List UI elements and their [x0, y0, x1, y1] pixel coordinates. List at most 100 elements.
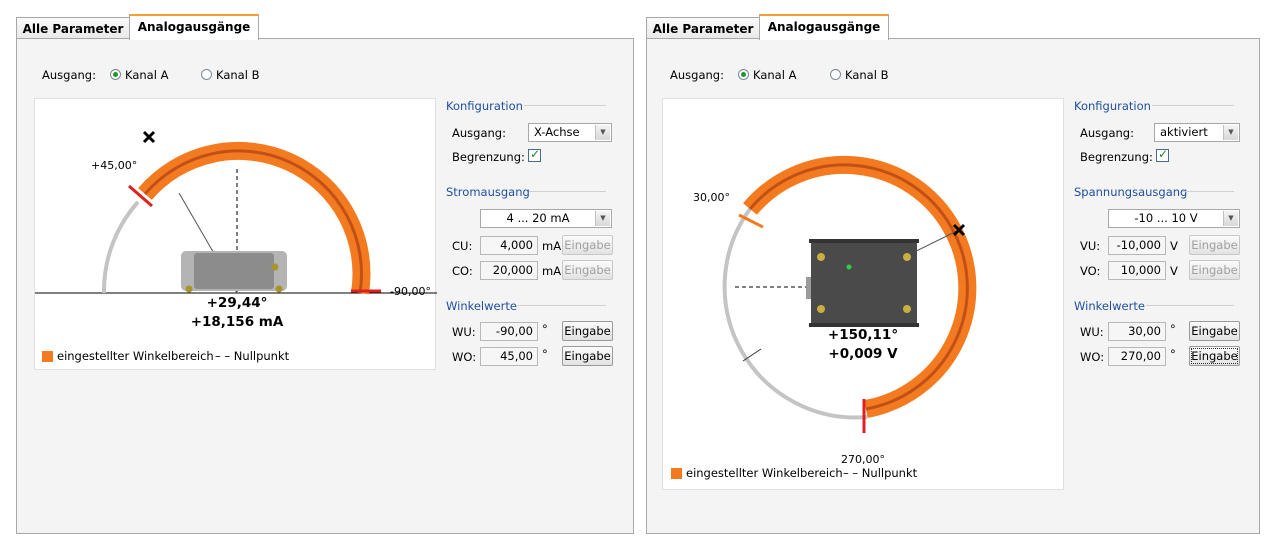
voltage-range-select[interactable]: -10 ... 10 V ▼ [1108, 209, 1240, 228]
section-title-angle-values: Winkelwerte [446, 299, 517, 313]
radio-kanal-a-label[interactable]: Kanal A [125, 68, 168, 82]
lower-angle-label: 270,00° [841, 453, 885, 466]
config-output-value: aktiviert [1160, 125, 1208, 139]
co-label: CO: [452, 264, 473, 278]
chevron-down-icon[interactable]: ▼ [595, 125, 610, 140]
radio-kanal-b[interactable] [830, 69, 841, 80]
radio-kanal-b[interactable] [201, 69, 212, 80]
wu-field[interactable]: 30,00 [1108, 322, 1166, 341]
section-title-current-output: Stromausgang [446, 185, 530, 199]
wo-label: WO: [452, 350, 477, 364]
section-divider [518, 305, 606, 306]
config-output-select[interactable]: X-Achse ▼ [528, 123, 612, 142]
vo-label: VO: [1080, 264, 1101, 278]
cu-eingabe-button[interactable]: Eingabe [562, 235, 613, 255]
wo-field[interactable]: 270,00 [1108, 347, 1166, 366]
vu-field[interactable]: -10,000 [1108, 236, 1166, 255]
legend-zero-label: – – Nullpunkt [843, 466, 918, 480]
section-title-angle-values: Winkelwerte [1074, 299, 1145, 313]
config-limit-label: Begrenzung: [452, 150, 525, 164]
wu-eingabe-button[interactable]: Eingabe [562, 321, 613, 341]
wu-unit: ° [542, 322, 548, 336]
angle-readout: +29,44° [206, 295, 268, 311]
voltage-range-value: -10 ... 10 V [1134, 211, 1198, 225]
config-output-label: Ausgang: [452, 126, 506, 140]
section-divider [524, 105, 606, 106]
legend-zero-label: – – Nullpunkt [215, 349, 290, 363]
wo-unit: ° [542, 347, 548, 361]
radio-kanal-a[interactable] [738, 69, 749, 80]
section-divider [529, 191, 606, 192]
limit-checkbox[interactable]: ✓ [1156, 147, 1169, 162]
vo-field[interactable]: 10,000 [1108, 261, 1166, 280]
section-divider [1182, 191, 1234, 192]
radio-kanal-a-label[interactable]: Kanal A [753, 68, 796, 82]
legend-range-swatch [42, 351, 53, 362]
right-panel: Alle Parameter Analogausgänge Ausgang: K… [646, 0, 1260, 544]
limit-checkbox[interactable]: ✓ [528, 147, 541, 162]
wo-eingabe-button[interactable]: Eingabe [562, 346, 613, 366]
chevron-down-icon[interactable]: ▼ [1223, 125, 1238, 140]
vu-eingabe-button[interactable]: Eingabe [1189, 235, 1240, 255]
value-readout: +0,009 V [828, 346, 898, 362]
wu-label: WU: [452, 325, 476, 339]
co-field[interactable]: 20,000 [480, 261, 538, 280]
radio-kanal-a[interactable] [110, 69, 121, 80]
tab-alle-parameter[interactable]: Alle Parameter [16, 17, 130, 39]
chevron-down-icon[interactable]: ▼ [1223, 211, 1238, 226]
current-range-select[interactable]: 4 ... 20 mA ▼ [480, 209, 612, 228]
cu-unit: mA [542, 239, 562, 253]
config-output-select[interactable]: aktiviert ▼ [1154, 123, 1240, 142]
vu-label: VU: [1080, 239, 1101, 253]
wu-unit: ° [1170, 322, 1176, 336]
tab-alle-parameter[interactable]: Alle Parameter [646, 17, 760, 39]
section-title-voltage-output: Spannungsausgang [1074, 185, 1188, 199]
lower-angle-label: -90,00° [390, 285, 431, 298]
co-unit: mA [542, 264, 562, 278]
tab-analogausgaenge[interactable]: Analogausgänge [129, 14, 259, 40]
target-cross-icon [142, 130, 156, 144]
upper-angle-label: +45,00° [91, 159, 138, 172]
legend-range-swatch [671, 468, 682, 479]
wo-label: WO: [1080, 350, 1105, 364]
section-divider [1152, 105, 1234, 106]
config-output-label: Ausgang: [1080, 126, 1134, 140]
angle-gauge [722, 155, 977, 433]
angle-visualization: +45,00° -90,00° +29,44° +18,156 mA einge… [34, 98, 437, 370]
vo-eingabe-button[interactable]: Eingabe [1189, 260, 1240, 280]
radio-kanal-b-label[interactable]: Kanal B [845, 68, 888, 82]
current-range-value: 4 ... 20 mA [506, 211, 570, 225]
check-icon: ✓ [1158, 147, 1169, 161]
legend-range-label: eingestellter Winkelbereich [686, 466, 843, 480]
angle-readout: +150,11° [827, 327, 899, 343]
chevron-down-icon[interactable]: ▼ [595, 211, 610, 226]
vu-unit: V [1170, 239, 1178, 253]
cu-field[interactable]: 4,000 [480, 236, 538, 255]
section-divider [1146, 305, 1234, 306]
upper-angle-label: 30,00° [693, 191, 730, 204]
wo-eingabe-button[interactable]: Eingabe [1189, 346, 1240, 366]
unused-range-arc [101, 200, 140, 294]
radio-kanal-b-label[interactable]: Kanal B [216, 68, 259, 82]
value-readout: +18,156 mA [190, 314, 284, 330]
angle-visualization: 30,00° 270,00° +150,11° +0,009 V eingest… [662, 98, 1064, 490]
section-title-configuration: Konfiguration [446, 99, 523, 113]
sensor-device-icon [181, 251, 287, 293]
wo-unit: ° [1170, 347, 1176, 361]
section-title-configuration: Konfiguration [1074, 99, 1151, 113]
vo-unit: V [1170, 264, 1178, 278]
tab-analogausgaenge[interactable]: Analogausgänge [759, 14, 889, 40]
co-eingabe-button[interactable]: Eingabe [562, 260, 613, 280]
wu-eingabe-button[interactable]: Eingabe [1189, 321, 1240, 341]
config-output-value: X-Achse [534, 125, 580, 139]
wo-field[interactable]: 45,00 [480, 347, 538, 366]
wu-field[interactable]: -90,00 [480, 322, 538, 341]
wu-label: WU: [1080, 325, 1104, 339]
check-icon: ✓ [530, 147, 541, 161]
angle-gauge [35, 130, 437, 295]
config-limit-label: Begrenzung: [1080, 150, 1153, 164]
legend-range-label: eingestellter Winkelbereich [57, 349, 214, 363]
output-label: Ausgang: [42, 68, 96, 82]
sensor-device-icon [806, 239, 919, 327]
left-panel: Alle Parameter Analogausgänge Ausgang: K… [16, 0, 634, 544]
